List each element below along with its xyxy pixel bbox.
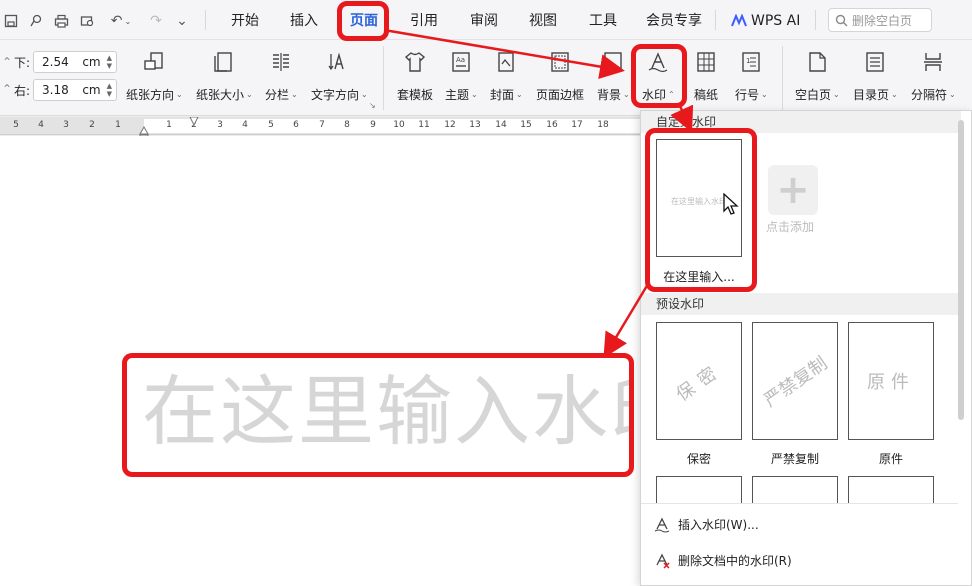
- arrow-to-watermark: [383, 28, 625, 79]
- arrow-to-document: [603, 283, 650, 359]
- arrow-to-custom: [670, 104, 694, 133]
- annotation-arrows: [383, 28, 694, 359]
